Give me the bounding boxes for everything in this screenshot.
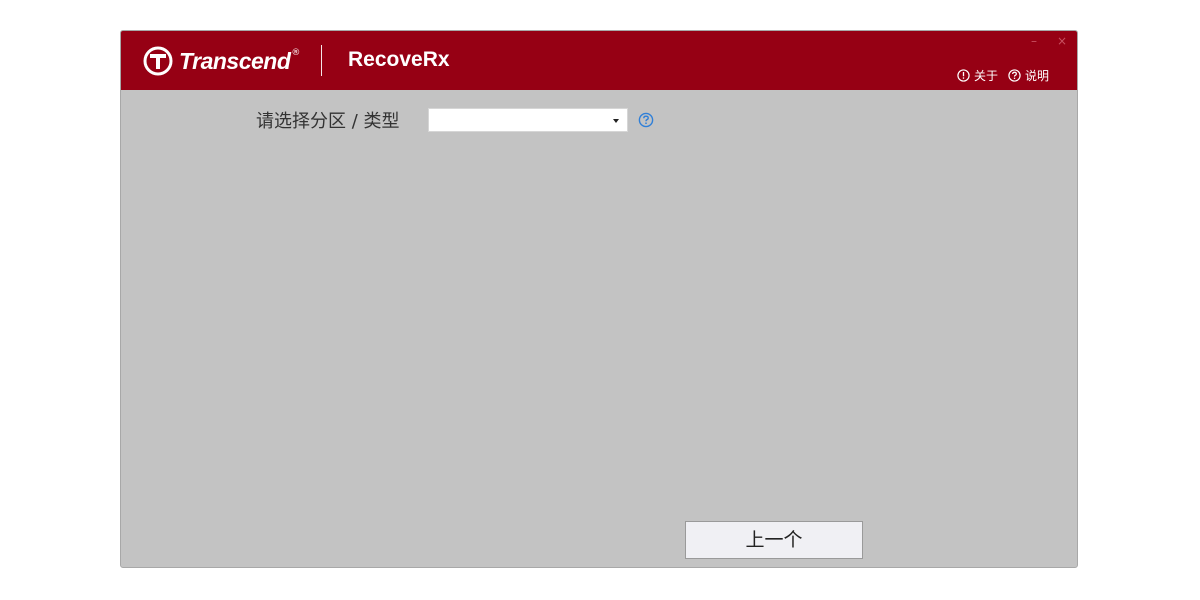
brand-name: Transcend [179,47,291,74]
app-name: RecoveRx [348,48,450,71]
transcend-logo-icon [143,46,173,76]
help-label: 说明 [1024,69,1049,83]
window-controls: – × [1027,33,1069,49]
about-link[interactable]: 关于 [957,67,998,84]
previous-button[interactable]: 上一个 [685,521,863,559]
registered-mark: ® [291,48,301,58]
recoverx-window: Transcend ® RecoveRx – × 关于 说明 请选择分区 / 类… [120,30,1078,568]
minimize-button[interactable]: – [1027,33,1041,49]
question-circle-icon [1008,69,1021,82]
close-button[interactable]: × [1055,33,1069,49]
title-divider [321,45,322,76]
about-label: 关于 [973,69,998,83]
title-bar[interactable]: Transcend ® RecoveRx – × 关于 说明 [121,31,1077,90]
header-links: 关于 说明 [957,67,1049,84]
partition-form-row: 请选择分区 / 类型 [256,107,654,133]
partition-select[interactable] [428,108,628,132]
info-circle-icon [957,69,970,82]
chevron-down-icon [613,119,619,123]
partition-label: 请选择分区 / 类型 [256,111,400,132]
question-circle-icon[interactable] [638,112,654,128]
help-link[interactable]: 说明 [1008,67,1049,84]
transcend-logo: Transcend ® [143,45,300,77]
